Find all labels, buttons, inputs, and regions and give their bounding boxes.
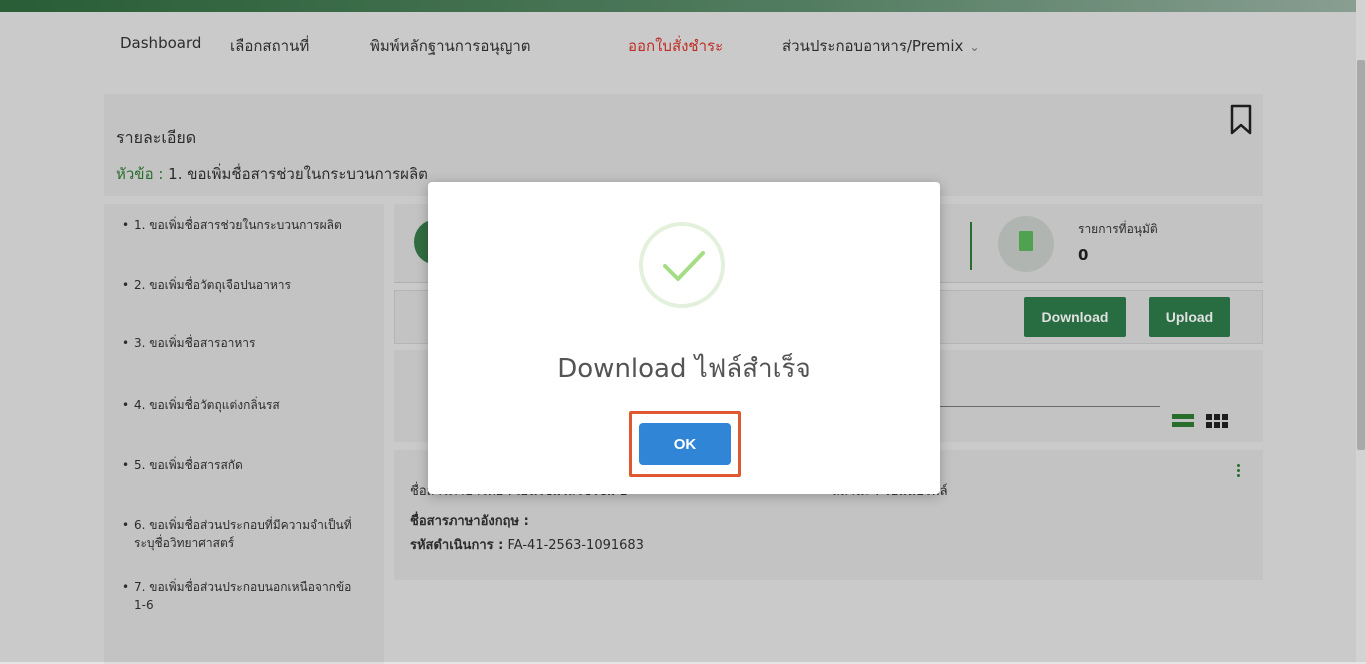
success-dialog: Download ไฟล์สำเร็จ OK [428, 182, 940, 494]
checkmark-icon [639, 222, 725, 308]
ok-highlight-box: OK [629, 411, 741, 477]
ok-button[interactable]: OK [639, 423, 731, 465]
dialog-message: Download ไฟล์สำเร็จ [557, 354, 811, 384]
